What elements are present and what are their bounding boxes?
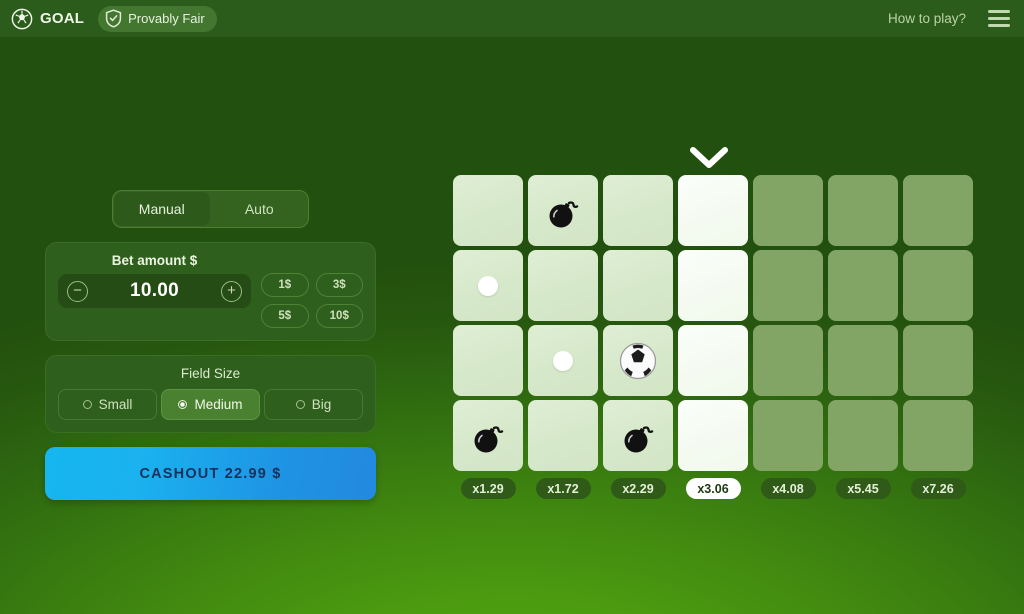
bomb-icon [618, 416, 658, 456]
radio-icon [178, 400, 188, 409]
shield-check-icon [105, 9, 122, 28]
plus-circle-icon[interactable]: + [220, 280, 242, 302]
multiplier-c1: x1.29 [460, 478, 516, 499]
soccer-ball-icon [616, 339, 660, 383]
cell-r3-c5[interactable] [753, 325, 823, 396]
hamburger-menu-icon[interactable] [988, 10, 1010, 27]
multiplier-row: x1.29 x1.72 x2.29 x3.06 x4.08 x5.45 x7.26 [453, 478, 973, 499]
bomb-icon [543, 191, 583, 231]
cell-r3-c2[interactable] [528, 325, 598, 396]
cell-r3-c1[interactable] [453, 325, 523, 396]
quick-bet-10[interactable]: 10$ [315, 304, 363, 328]
top-bar-right: How to play? [888, 10, 1010, 27]
soccer-ball-logo-icon [11, 8, 33, 30]
cell-r2-c7[interactable] [903, 250, 973, 321]
mode-toggle: Manual Auto [112, 190, 309, 228]
quick-bet-1[interactable]: 1$ [261, 273, 309, 297]
chevron-down-icon [690, 147, 728, 169]
multiplier-c4: x3.06 [685, 478, 741, 499]
cell-r1-c2[interactable] [528, 175, 598, 246]
cell-r2-c1[interactable] [453, 250, 523, 321]
radio-icon [82, 400, 92, 409]
field-size-title: Field Size [180, 366, 241, 381]
bet-amount-value[interactable]: 10.00 [130, 280, 179, 302]
provably-fair-label: Provably Fair [128, 11, 205, 26]
white-dot-icon [553, 350, 573, 371]
multiplier-c3: x2.29 [610, 478, 666, 499]
field-size-big[interactable]: Big [264, 389, 363, 420]
cell-r4-c1[interactable] [453, 400, 523, 471]
brand[interactable]: GOAL [11, 8, 84, 30]
cell-r3-c7[interactable] [903, 325, 973, 396]
multiplier-c5: x4.08 [760, 478, 816, 499]
cell-r2-c5[interactable] [753, 250, 823, 321]
cashout-button[interactable]: CASHOUT 22.99 $ [45, 447, 376, 500]
multiplier-c2: x1.72 [535, 478, 591, 499]
cell-r1-c5[interactable] [753, 175, 823, 246]
field-size-small-label: Small [98, 397, 133, 412]
cell-r4-c4[interactable] [678, 400, 748, 471]
cell-r4-c7[interactable] [903, 400, 973, 471]
cell-r1-c7[interactable] [903, 175, 973, 246]
cell-r3-c4[interactable] [678, 325, 748, 396]
field-size-medium-label: Medium [194, 397, 243, 412]
cell-r2-c2[interactable] [528, 250, 598, 321]
field-size-big-label: Big [311, 397, 332, 412]
cell-r1-c6[interactable] [828, 175, 898, 246]
bet-amount-panel: Bet amount $ − 10.00 + 1$ 3$ 5$ 10$ [45, 242, 376, 341]
cell-r4-c3[interactable] [603, 400, 673, 471]
field-size-small[interactable]: Small [58, 389, 157, 420]
field-size-medium[interactable]: Medium [161, 389, 260, 420]
brand-name: GOAL [40, 10, 85, 27]
radio-icon [295, 400, 305, 409]
cell-r1-c3[interactable] [603, 175, 673, 246]
bomb-icon [468, 416, 508, 456]
top-bar: GOAL Provably Fair How to play? [0, 0, 1024, 37]
cell-r2-c6[interactable] [828, 250, 898, 321]
game-board: x1.29 x1.72 x2.29 x3.06 x4.08 x5.45 x7.26 [453, 147, 973, 499]
cell-grid [453, 175, 973, 471]
cell-r1-c4[interactable] [678, 175, 748, 246]
how-to-play-link[interactable]: How to play? [888, 11, 966, 26]
quick-bet-3[interactable]: 3$ [315, 273, 363, 297]
game-screen: GOAL Provably Fair How to play? Manual A… [0, 0, 1024, 614]
minus-circle-icon[interactable]: − [67, 280, 88, 302]
quick-bet-buttons: 1$ 3$ 5$ 10$ [261, 273, 363, 328]
controls-panel: Manual Auto Bet amount $ − 10.00 + 1$ 3$… [45, 190, 376, 500]
field-size-panel: Field Size Small Medium Big [45, 355, 376, 433]
cell-r2-c4[interactable] [678, 250, 748, 321]
white-dot-icon [478, 275, 498, 296]
bet-amount-label: Bet amount $ [111, 253, 198, 268]
cell-r3-c3[interactable] [603, 325, 673, 396]
cell-r4-c6[interactable] [828, 400, 898, 471]
cell-r4-c2[interactable] [528, 400, 598, 471]
field-size-options: Small Medium Big [58, 389, 363, 420]
tab-manual[interactable]: Manual [113, 191, 211, 227]
multiplier-c6: x5.45 [835, 478, 891, 499]
cell-r3-c6[interactable] [828, 325, 898, 396]
cell-r2-c3[interactable] [603, 250, 673, 321]
cell-r1-c1[interactable] [453, 175, 523, 246]
bet-amount-stepper: − 10.00 + [58, 274, 251, 308]
cell-r4-c5[interactable] [753, 400, 823, 471]
tab-auto[interactable]: Auto [211, 191, 309, 227]
multiplier-c7: x7.26 [910, 478, 966, 499]
provably-fair-chip[interactable]: Provably Fair [98, 5, 217, 32]
quick-bet-5[interactable]: 5$ [261, 304, 309, 328]
